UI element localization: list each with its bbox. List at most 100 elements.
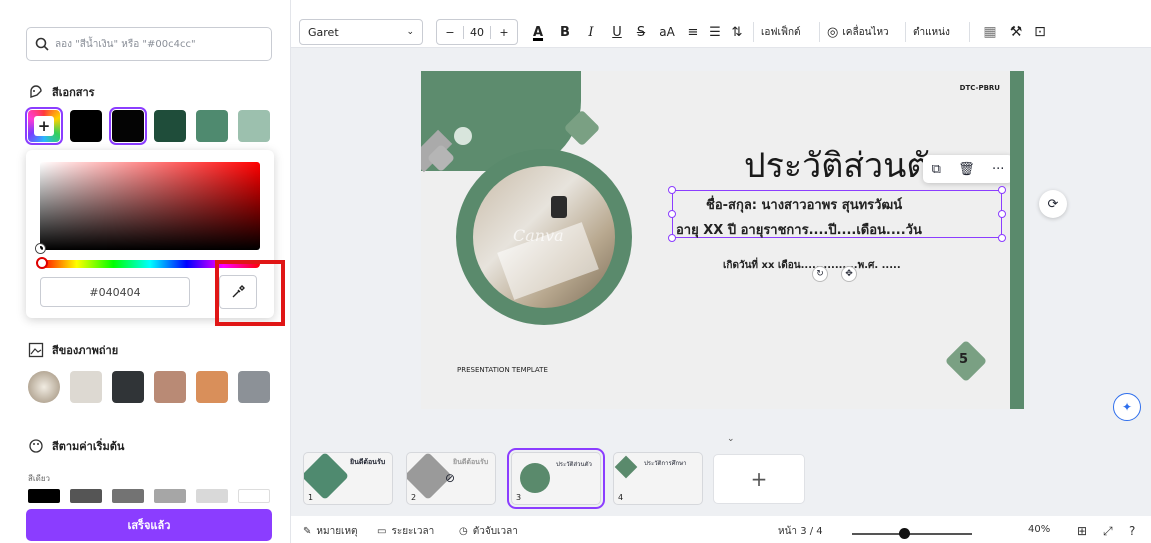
page-thumb-1[interactable]: ยินดีต้อนรับ 1 <box>303 452 393 505</box>
doc-swatch-dark-green[interactable] <box>154 110 186 142</box>
increase-size-button[interactable]: + <box>491 26 517 39</box>
color-search-input[interactable]: ลอง "สีน้ำเงิน" หรือ "#00c4cc" <box>26 27 272 61</box>
slide-number: 5 <box>959 352 969 367</box>
zoom-knob[interactable] <box>899 528 910 539</box>
saturation-knob[interactable] <box>36 244 45 253</box>
resize-handle[interactable] <box>668 234 676 242</box>
timer-button[interactable]: ◷ ตัวจับเวลา <box>459 524 518 539</box>
list-icon[interactable]: ☰ <box>705 19 725 45</box>
add-color-button[interactable]: + <box>25 107 63 145</box>
doc-swatch-green[interactable] <box>196 110 228 142</box>
lock-icon[interactable]: ⊡ <box>1029 19 1051 45</box>
default-swatch[interactable] <box>196 489 228 503</box>
effects-button[interactable]: เอฟเฟ็กต์ <box>761 19 801 45</box>
hidden-eye-icon: ⊘ <box>445 471 456 485</box>
resize-handle[interactable] <box>668 210 676 218</box>
saturation-area[interactable] <box>40 162 260 250</box>
font-select[interactable]: Garet ⌄ <box>299 19 423 45</box>
doc-swatch-selected[interactable] <box>109 107 147 145</box>
default-swatch[interactable] <box>238 489 270 503</box>
photo-colors-header: สีของภาพถ่าย <box>28 341 118 359</box>
decor-dot <box>454 127 472 145</box>
align-icon[interactable]: ≡ <box>683 19 703 45</box>
grid-view-icon[interactable]: ⊞ <box>1077 524 1087 538</box>
move-icon[interactable]: ✥ <box>841 266 857 282</box>
canvas-area: Canva DTC-PBRU ประวัติส่วนตัว ⧉ 🗑 ··· ชื… <box>291 48 1151 430</box>
rotate-icon[interactable]: ↻ <box>812 266 828 282</box>
default-swatch[interactable] <box>112 489 144 503</box>
default-swatch[interactable] <box>28 489 60 503</box>
underline-button[interactable]: U <box>607 19 627 45</box>
strikethrough-button[interactable]: S <box>631 19 651 45</box>
text-color-button[interactable]: A <box>527 19 549 45</box>
chevron-down-icon[interactable]: ⌄ <box>727 434 735 444</box>
slide[interactable]: Canva DTC-PBRU ประวัติส่วนตัว ⧉ 🗑 ··· ชื… <box>421 71 1024 409</box>
photo-thumbnail[interactable] <box>28 371 60 403</box>
photo-swatch-3[interactable] <box>154 371 186 403</box>
italic-button[interactable]: I <box>581 19 601 45</box>
bold-button[interactable]: B <box>555 19 575 45</box>
duplicate-icon[interactable]: ⧉ <box>932 162 941 177</box>
decrease-size-button[interactable]: − <box>437 26 463 39</box>
divider <box>969 22 970 42</box>
help-icon[interactable]: ? <box>1129 524 1135 538</box>
zoom-slider[interactable] <box>852 533 972 535</box>
template-label: PRESENTATION TEMPLATE <box>457 366 548 374</box>
page-thumb-2[interactable]: ยินดีต้อนรับ ⊘ 2 <box>406 452 496 505</box>
thumb-number: 2 <box>411 493 417 502</box>
more-icon[interactable]: ··· <box>992 162 1004 177</box>
zoom-value[interactable]: 40% <box>1028 524 1050 535</box>
spacing-icon[interactable]: ⇅ <box>727 19 747 45</box>
resize-handle[interactable] <box>998 186 1006 194</box>
page-thumb-3[interactable]: ประวัติส่วนตัว 3 <box>507 448 605 509</box>
photo-swatch-2[interactable] <box>112 371 144 403</box>
age-line[interactable]: อายุ XX ปี อายุราชการ....ปี....เดือน....… <box>676 219 922 240</box>
plus-icon: + <box>34 116 54 136</box>
fullscreen-icon[interactable]: ⤢ <box>1103 524 1113 539</box>
default-swatch[interactable] <box>70 489 102 503</box>
slide-stripe <box>1010 71 1024 409</box>
solid-colors-label: สีเดียว <box>28 474 50 483</box>
default-colors-header: สีตามค่าเริ่มต้น <box>28 437 124 455</box>
photo-swatch-4[interactable] <box>196 371 228 403</box>
notes-button[interactable]: ✎ หมายเหตุ <box>303 524 358 539</box>
page-thumb-4[interactable]: ประวัติการศึกษา 4 <box>613 452 703 505</box>
top-toolbar: Garet ⌄ − 40 + A B I U S aA ≡ ☰ ⇅ เอฟเฟ็… <box>291 0 1151 48</box>
hue-knob[interactable] <box>36 257 48 269</box>
doc-swatch-black[interactable] <box>70 110 102 142</box>
refresh-icon[interactable]: ⟳ <box>1039 190 1067 218</box>
timer-icon: ◷ <box>459 526 468 537</box>
resize-handle[interactable] <box>998 210 1006 218</box>
default-swatch[interactable] <box>154 489 186 503</box>
palette-icon <box>30 85 42 98</box>
palette-icon <box>29 439 43 453</box>
image-icon <box>28 342 44 358</box>
font-size-input[interactable]: 40 <box>463 25 491 39</box>
case-button[interactable]: aA <box>655 19 679 45</box>
hex-input[interactable]: #040404 <box>40 277 190 307</box>
resize-handle[interactable] <box>668 186 676 194</box>
photo-swatch-1[interactable] <box>70 371 102 403</box>
name-line[interactable]: ชื่อ-สกุล: นางสาวอาพร สุนทรวัฒน์ <box>706 194 902 215</box>
animate-button[interactable]: ◎ เคลื่อนไหว <box>827 19 889 45</box>
search-placeholder: ลอง "สีน้ำเงิน" หรือ "#00c4cc" <box>55 38 196 50</box>
add-page-button[interactable]: + <box>713 454 805 504</box>
resize-handle[interactable] <box>998 234 1006 242</box>
photo-swatch-5[interactable] <box>238 371 270 403</box>
paint-roller-icon[interactable]: ⚒ <box>1005 19 1027 45</box>
magic-icon[interactable]: ✦ <box>1113 393 1141 421</box>
done-button[interactable]: เสร็จแล้ว <box>26 509 272 541</box>
notes-icon: ✎ <box>303 526 312 537</box>
thumb-title: ประวัติส่วนตัว <box>556 461 592 468</box>
brand-text: DTC-PBRU <box>959 84 1000 92</box>
app: ลอง "สีน้ำเงิน" หรือ "#00c4cc" สีเอกสาร … <box>0 0 1151 543</box>
document-colors-header: สีเอกสาร <box>28 83 95 101</box>
duration-button[interactable]: ▭ ระยะเวลา <box>377 524 434 539</box>
slide-title[interactable]: ประวัติส่วนตัว <box>744 138 948 192</box>
thumb-number: 3 <box>516 493 522 502</box>
doc-swatch-light-green[interactable] <box>238 110 270 142</box>
slide-photo[interactable]: Canva <box>473 166 615 308</box>
trash-icon[interactable]: 🗑 <box>958 162 975 177</box>
transparency-icon[interactable]: ▦ <box>979 19 1001 45</box>
position-button[interactable]: ตำแหน่ง <box>913 19 950 45</box>
